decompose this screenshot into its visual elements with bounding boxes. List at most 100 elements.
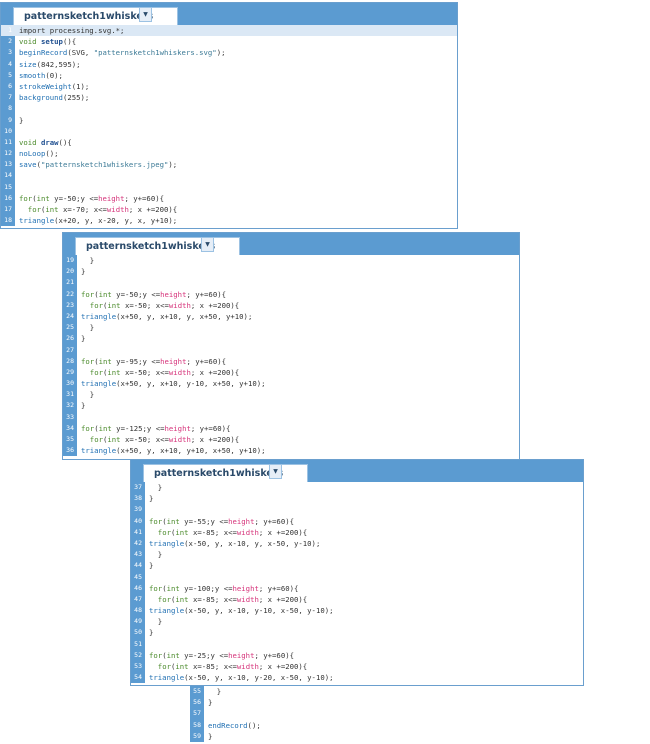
code-line[interactable]: 56} [190,697,300,708]
code-token: width [236,662,259,671]
code-text: for(int x=-70; x<=width; x +=200){ [19,204,177,215]
code-text: beginRecord(SVG, "patternsketch1whiskers… [19,47,226,58]
code-line[interactable]: 17 for(int x=-70; x<=width; x +=200){ [1,204,457,215]
code-line[interactable]: 1 import processing.svg.*; [1,25,457,37]
code-line[interactable]: 46 for(int y=-100;y <=height; y+=60){ [131,583,583,594]
sketch-tab[interactable]: patternsketch1whiskers [75,237,241,255]
code-line[interactable]: 14 [1,170,457,181]
code-token: x=-85; x<= [188,594,237,604]
code-line[interactable]: 54 triangle(x-50, y, x-10, y-20, x-50, y-… [131,672,583,683]
code-token: ; y+=60){ [186,356,227,366]
code-line[interactable]: 58 endRecord(); [190,720,300,731]
code-line[interactable]: 30 triangle(x+50, y, x+10, y-10, x+50, y+… [63,378,519,389]
code-line[interactable]: 26} [63,333,519,344]
code-line[interactable]: 13 save("patternsketch1whiskers.jpeg"); [1,159,457,170]
code-text: for(int x=-85; x<=width; x +=200){ [149,527,307,538]
code-line[interactable]: 18 triangle(x+20, y, x-20, y, x, y+10); [1,215,457,226]
code-area[interactable]: 1 import processing.svg.*; 2 void setup(){3… [1,25,457,227]
code-line[interactable]: 6 strokeWeight(1); [1,81,457,92]
code-line[interactable]: 11 void draw(){ [1,137,457,148]
code-line[interactable]: 50} [131,627,583,638]
code-line[interactable]: 2 void setup(){ [1,36,457,47]
code-token: int [166,583,180,593]
code-line[interactable]: 27 [63,345,519,356]
code-line[interactable]: 52 for(int y=-25;y <=height; y+=60){ [131,650,583,661]
code-area[interactable]: 37 } 38} 39 40 for(int y=-55;y <=height; y+=… [131,482,583,684]
code-line[interactable]: 45 [131,572,583,583]
code-token: x=-50; x<= [120,300,169,310]
line-number: 38 [134,494,142,503]
code-area[interactable]: 55 } 56} 57 58 endRecord(); 59} [190,686,300,742]
code-line[interactable]: 24 triangle(x+50, y, x+10, y, x+50, y+10)… [63,311,519,322]
code-line[interactable]: 10 [1,126,457,137]
code-line[interactable]: 35 for(int x=-50; x<=width; x +=200){ [63,434,519,445]
code-line[interactable]: 12 noLoop(); [1,148,457,159]
code-line[interactable]: 34 for(int y=-125;y <=height; y+=60){ [63,423,519,434]
code-line[interactable]: 42 triangle(x-50, y, x-10, y, x-50, y-10)… [131,538,583,549]
code-text: triangle(x+20, y, x-20, y, x, y+10); [19,215,177,226]
code-line[interactable]: 31 } [63,389,519,400]
code-line[interactable]: 39 [131,504,583,515]
code-token: } [149,494,154,504]
code-line[interactable]: 19 } [63,255,519,266]
code-token: "patternsketch1whiskers.svg" [93,48,217,58]
code-line[interactable]: 16 for(int y=-50;y <=height; y+=60){ [1,193,457,204]
code-line[interactable]: 55 } [190,686,300,697]
line-number: 27 [66,345,74,354]
code-line[interactable]: 9} [1,115,457,126]
chevron-down-icon[interactable]: ▼ [139,7,152,22]
code-line[interactable]: 48 triangle(x-50, y, x-10, y-10, x-50, y-… [131,605,583,616]
code-line[interactable]: 40 for(int y=-55;y <=height; y+=60){ [131,516,583,527]
code-line[interactable]: 20} [63,266,519,277]
code-line[interactable]: 23 for(int x=-50; x<=width; x +=200){ [63,300,519,311]
code-line[interactable]: 37 } [131,482,583,493]
code-token: width [168,300,191,310]
code-line[interactable]: 8 [1,103,457,114]
code-line[interactable]: 4 size(842,595); [1,59,457,70]
code-line[interactable]: 15 [1,182,457,193]
code-line[interactable]: 44} [131,560,583,571]
line-number: 3 [8,48,12,57]
code-text: for(int x=-50; x<=width; x +=200){ [81,367,239,378]
code-line[interactable]: 22 for(int y=-50;y <=height; y+=60){ [63,289,519,300]
code-line[interactable]: 33 [63,412,519,423]
code-line[interactable]: 57 [190,708,300,719]
code-line[interactable]: 29 for(int x=-50; x<=width; x +=200){ [63,367,519,378]
chevron-down-icon[interactable]: ▼ [269,464,282,479]
code-line[interactable]: 5 smooth(0); [1,70,457,81]
code-line[interactable]: 3 beginRecord(SVG, "patternsketch1whisker… [1,47,457,58]
code-text: triangle(x+50, y, x+10, y+10, x+50, y+10… [81,445,266,456]
code-line[interactable]: 59} [190,731,300,742]
code-line[interactable]: 25 } [63,322,519,333]
line-number: 11 [4,137,12,146]
code-line[interactable]: 41 for(int x=-85; x<=width; x +=200){ [131,527,583,538]
code-token: } [19,115,24,125]
line-number: 33 [66,412,74,421]
code-text: smooth(0); [19,70,63,81]
code-line[interactable]: 21 [63,277,519,288]
code-area[interactable]: 19 } 20} 21 22 for(int y=-50;y <=height; y+=… [63,255,519,457]
code-line[interactable]: 32} [63,400,519,411]
code-line[interactable]: 49 } [131,616,583,627]
code-token: "patternsketch1whiskers.jpeg" [40,160,169,170]
code-line[interactable]: 36 triangle(x+50, y, x+10, y+10, x+50, y+… [63,445,519,456]
code-line[interactable]: 7 background(255); [1,92,457,103]
code-text: } [81,333,85,344]
code-line[interactable]: 53 for(int x=-85; x<=width; x +=200){ [131,661,583,672]
line-number: 12 [4,149,12,158]
code-line[interactable]: 28 for(int y=-95;y <=height; y+=60){ [63,356,519,367]
line-number: 39 [134,505,142,514]
code-token: int [98,423,112,433]
code-text: triangle(x+50, y, x+10, y, x+50, y+10); [81,311,252,322]
code-token: height [98,193,125,203]
code-line[interactable]: 47 for(int x=-85; x<=width; x +=200){ [131,594,583,605]
chevron-down-icon[interactable]: ▼ [201,237,214,252]
sketch-tab[interactable]: patternsketch1whiskers [13,7,179,25]
code-line[interactable]: 51 [131,639,583,650]
sketch-tab[interactable]: patternsketch1whiskers [143,464,309,482]
line-number: 17 [4,205,12,213]
code-token: int [45,205,59,214]
code-line[interactable]: 43 } [131,549,583,560]
code-line[interactable]: 38} [131,493,583,504]
code-token: ); [168,160,178,170]
